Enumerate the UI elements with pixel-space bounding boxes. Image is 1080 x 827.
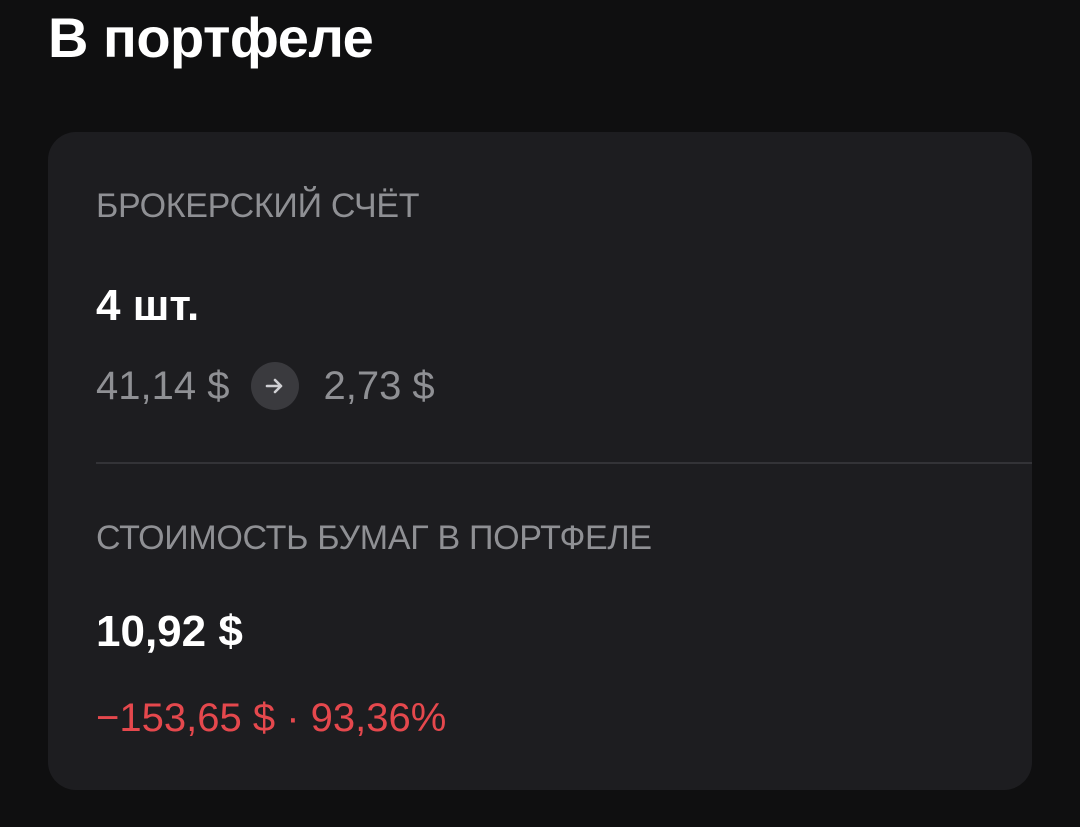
arrow-right-icon <box>251 362 300 410</box>
portfolio-card: БРОКЕРСКИЙ СЧЁТ 4 шт. 41,14 $ 2,73 $ СТО… <box>48 132 1032 790</box>
holdings-value-label: СТОИМОСТЬ БУМАГ В ПОРТФЕЛЕ <box>96 519 652 557</box>
price-change-row: 41,14 $ 2,73 $ <box>96 358 435 414</box>
change-amount: −153,65 $ <box>96 696 276 740</box>
brokerage-account-label: БРОКЕРСКИЙ СЧЁТ <box>96 187 420 225</box>
holdings-value: 10,92 $ <box>96 607 243 656</box>
change-separator: · <box>286 696 300 740</box>
change-percent: 93,36% <box>310 696 447 740</box>
holdings-change-row: −153,65 $ · 93,36% <box>96 692 446 744</box>
current-price: 2,73 $ <box>323 363 435 408</box>
page-title: В портфеле <box>48 6 374 69</box>
share-quantity: 4 шт. <box>96 281 200 330</box>
section-divider <box>96 462 1032 464</box>
average-purchase-price: 41,14 $ <box>96 363 230 408</box>
portfolio-screen: В портфеле БРОКЕРСКИЙ СЧЁТ 4 шт. 41,14 $… <box>0 0 1080 827</box>
